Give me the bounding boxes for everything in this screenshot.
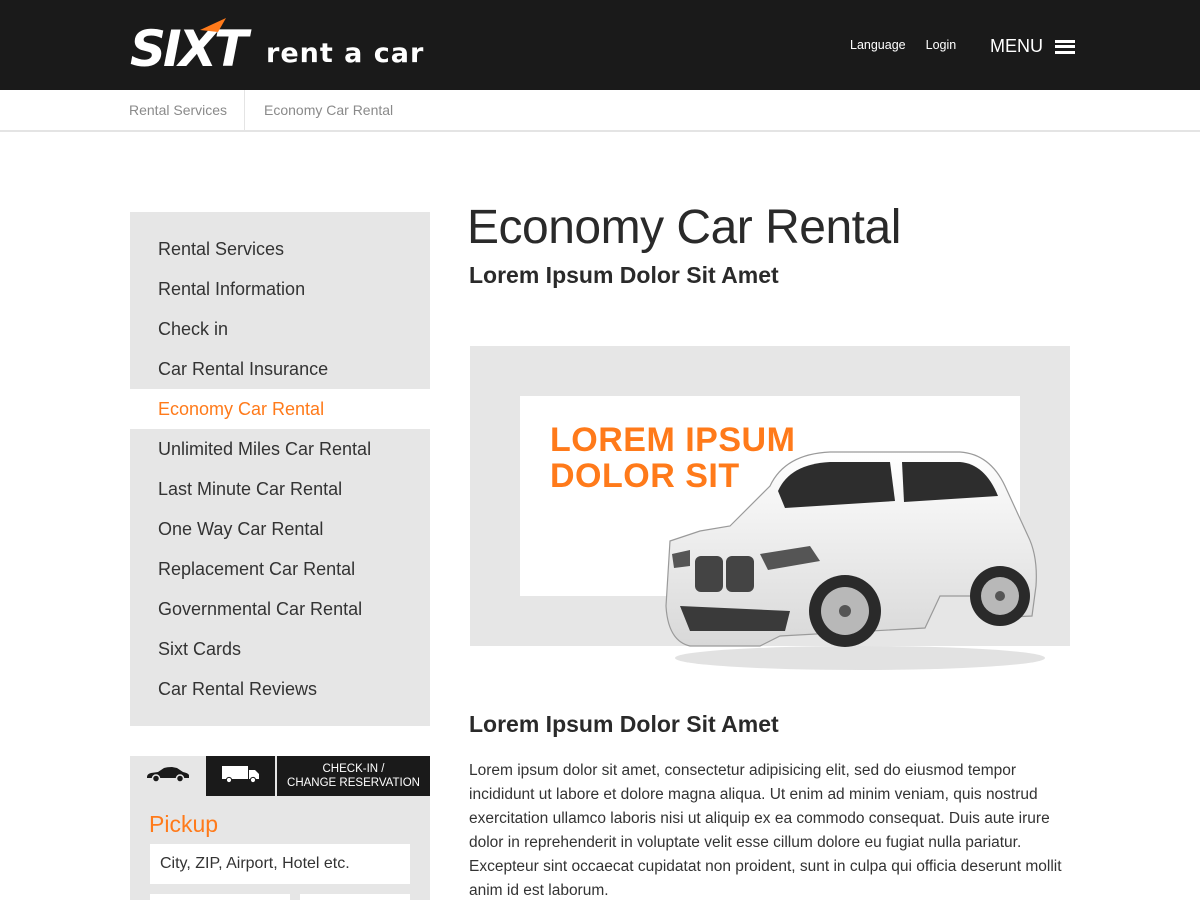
sidebar-item-governmental[interactable]: Governmental Car Rental [130,589,430,629]
truck-icon [221,764,261,789]
login-link[interactable]: Login [926,38,957,52]
sixt-wordmark: SIXT [130,16,258,70]
pickup-time-field[interactable] [300,894,410,900]
sidebar-item-car-rental-insurance[interactable]: Car Rental Insurance [130,349,430,389]
tab-truck[interactable] [206,756,275,796]
tab-car[interactable] [130,756,205,796]
menu-label: MENU [990,36,1043,56]
sidebar-nav: Rental Services Rental Information Check… [130,212,430,726]
section-title: Lorem Ipsum Dolor Sit Amet [469,711,779,737]
language-link[interactable]: Language [850,38,906,52]
site-header: SIXT rent a car Language Login MENU [0,0,1200,90]
logo-tagline: rent a car [266,38,425,69]
tab-checkin-change-reservation[interactable]: CHECK-IN / CHANGE RESERVATION [277,756,430,796]
booking-widget: CHECK-IN / CHANGE RESERVATION Pickup [130,756,430,900]
sidebar-item-car-rental-reviews[interactable]: Car Rental Reviews [130,669,430,709]
sixt-logo[interactable]: SIXT rent a car [130,14,424,70]
sidebar-item-sixt-cards[interactable]: Sixt Cards [130,629,430,669]
sidebar-item-one-way[interactable]: One Way Car Rental [130,509,430,549]
pickup-date-field[interactable] [150,894,290,900]
sidebar-item-check-in[interactable]: Check in [130,309,430,349]
tab-checkin-line1: CHECK-IN / [322,763,385,775]
menu-button[interactable]: MENU [990,36,1075,57]
pickup-label: Pickup [149,811,219,837]
sidebar-item-rental-services[interactable]: Rental Services [130,229,430,269]
tab-checkin-line2: CHANGE RESERVATION [287,777,420,789]
body-paragraph: Lorem ipsum dolor sit amet, consectetur … [469,762,1062,899]
car-icon [145,765,191,788]
suv-car-image [660,446,1050,676]
sidebar-item-last-minute[interactable]: Last Minute Car Rental [130,469,430,509]
page-subtitle: Lorem Ipsum Dolor Sit Amet [469,262,779,288]
sidebar-item-economy-car-rental[interactable]: Economy Car Rental [130,389,430,429]
sidebar-item-replacement[interactable]: Replacement Car Rental [130,549,430,589]
svg-text:SIXT: SIXT [130,20,252,70]
breadcrumb-rental-services[interactable]: Rental Services [129,90,245,130]
breadcrumb: Rental Services Economy Car Rental [0,90,1200,132]
page-title: Economy Car Rental [467,201,901,254]
breadcrumb-economy-car-rental[interactable]: Economy Car Rental [264,90,393,130]
sidebar-item-unlimited-miles[interactable]: Unlimited Miles Car Rental [130,429,430,469]
hamburger-icon [1055,39,1075,54]
pickup-location-input[interactable] [150,844,410,884]
sidebar-item-rental-information[interactable]: Rental Information [130,269,430,309]
promo-banner[interactable]: LOREM IPSUM DOLOR SIT [470,346,1070,670]
booking-tabs: CHECK-IN / CHANGE RESERVATION [130,756,430,796]
